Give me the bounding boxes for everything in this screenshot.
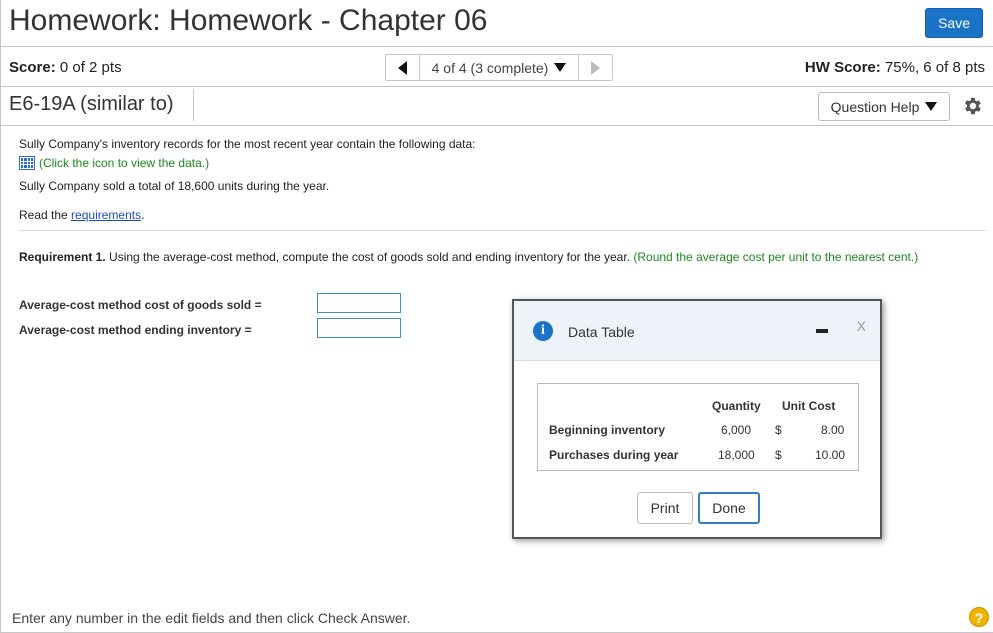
row-unit-cost: 10.00: [815, 448, 846, 462]
intro-text: Sully Company's inventory records for th…: [19, 137, 476, 151]
help-icon[interactable]: ?: [969, 607, 989, 627]
minimize-button[interactable]: [816, 329, 828, 333]
column-header-quantity: Quantity: [712, 399, 761, 413]
data-link-row[interactable]: (Click the icon to view the data.): [19, 156, 209, 170]
row-quantity: 6,000: [721, 423, 752, 437]
dialog-header: i Data Table X: [514, 301, 880, 361]
cogs-label: Average-cost method cost of goods sold =: [19, 298, 262, 312]
chevron-down-icon: [554, 63, 567, 72]
ending-inventory-input[interactable]: [317, 318, 401, 338]
footer-instructions: Enter any number in the edit fields and …: [12, 610, 411, 626]
chevron-down-icon: [925, 102, 938, 111]
data-table-dialog: i Data Table X Quantity Unit Cost Beginn…: [512, 299, 882, 539]
score-value: 0 of 2 pts: [59, 59, 122, 76]
cogs-input[interactable]: [317, 293, 401, 313]
divider: [193, 89, 194, 121]
dialog-title: Data Table: [568, 324, 635, 340]
hw-score-label: HW Score:: [804, 59, 881, 76]
question-selector[interactable]: 4 of 4 (3 complete): [420, 55, 578, 80]
page-title: Homework: Homework - Chapter 06: [9, 4, 488, 37]
read-the-text: Read the: [19, 208, 72, 222]
row-unit-cost: 8.00: [821, 423, 845, 437]
table-icon[interactable]: [19, 156, 35, 170]
question-help-button[interactable]: Question Help: [818, 92, 950, 121]
question-bar: E6-19A (similar to) Question Help: [1, 87, 993, 125]
hw-score-value: 75%, 6 of 8 pts: [884, 59, 985, 76]
save-button[interactable]: Save: [925, 8, 983, 38]
score-bar: Score: 0 of 2 pts 4 of 4 (3 complete) HW…: [1, 47, 993, 87]
print-button[interactable]: Print: [637, 492, 693, 524]
data-table: Quantity Unit Cost Beginning inventory 6…: [537, 383, 859, 471]
data-link-text: (Click the icon to view the data.): [39, 156, 210, 170]
requirement-1-text: Using the average-cost method, compute t…: [105, 250, 634, 264]
pager-text: 4 of 4 (3 complete): [431, 59, 549, 76]
row-quantity: 18,000: [718, 448, 755, 462]
divider: [1, 125, 993, 126]
requirement-1-label: Requirement 1.: [19, 250, 106, 264]
score: Score: 0 of 2 pts: [9, 59, 122, 76]
divider: [19, 230, 987, 231]
row-label: Beginning inventory: [549, 423, 666, 437]
close-button[interactable]: X: [857, 318, 866, 334]
page-frame: Homework: Homework - Chapter 06 Save Sco…: [0, 0, 993, 633]
question-pager: 4 of 4 (3 complete): [385, 54, 613, 81]
row-dollar-sign: $: [775, 423, 782, 437]
row-label: Purchases during year: [549, 448, 679, 462]
score-label: Score:: [9, 59, 56, 76]
units-sold-text: Sully Company sold a total of 18,600 uni…: [19, 179, 330, 193]
arrow-left-icon: [398, 60, 407, 75]
info-icon: i: [533, 321, 553, 341]
period-text: .: [141, 208, 145, 222]
requirements-line: Read the requirements.: [19, 208, 144, 222]
gear-icon[interactable]: [961, 95, 983, 117]
next-question-button[interactable]: [578, 55, 612, 80]
requirement-1: Requirement 1. Using the average-cost me…: [19, 250, 969, 265]
hw-score: HW Score: 75%, 6 of 8 pts: [805, 59, 985, 76]
done-button[interactable]: Done: [698, 492, 760, 524]
arrow-right-icon: [591, 60, 600, 75]
previous-question-button[interactable]: [386, 55, 420, 80]
ending-inventory-label: Average-cost method ending inventory =: [19, 323, 252, 337]
question-name: E6-19A (similar to): [9, 93, 174, 115]
question-help-label: Question Help: [830, 98, 920, 115]
column-header-unit-cost: Unit Cost: [782, 399, 836, 413]
requirement-1-hint: (Round the average cost per unit to the …: [633, 250, 919, 264]
requirements-link[interactable]: requirements: [71, 208, 141, 222]
row-dollar-sign: $: [775, 448, 782, 462]
